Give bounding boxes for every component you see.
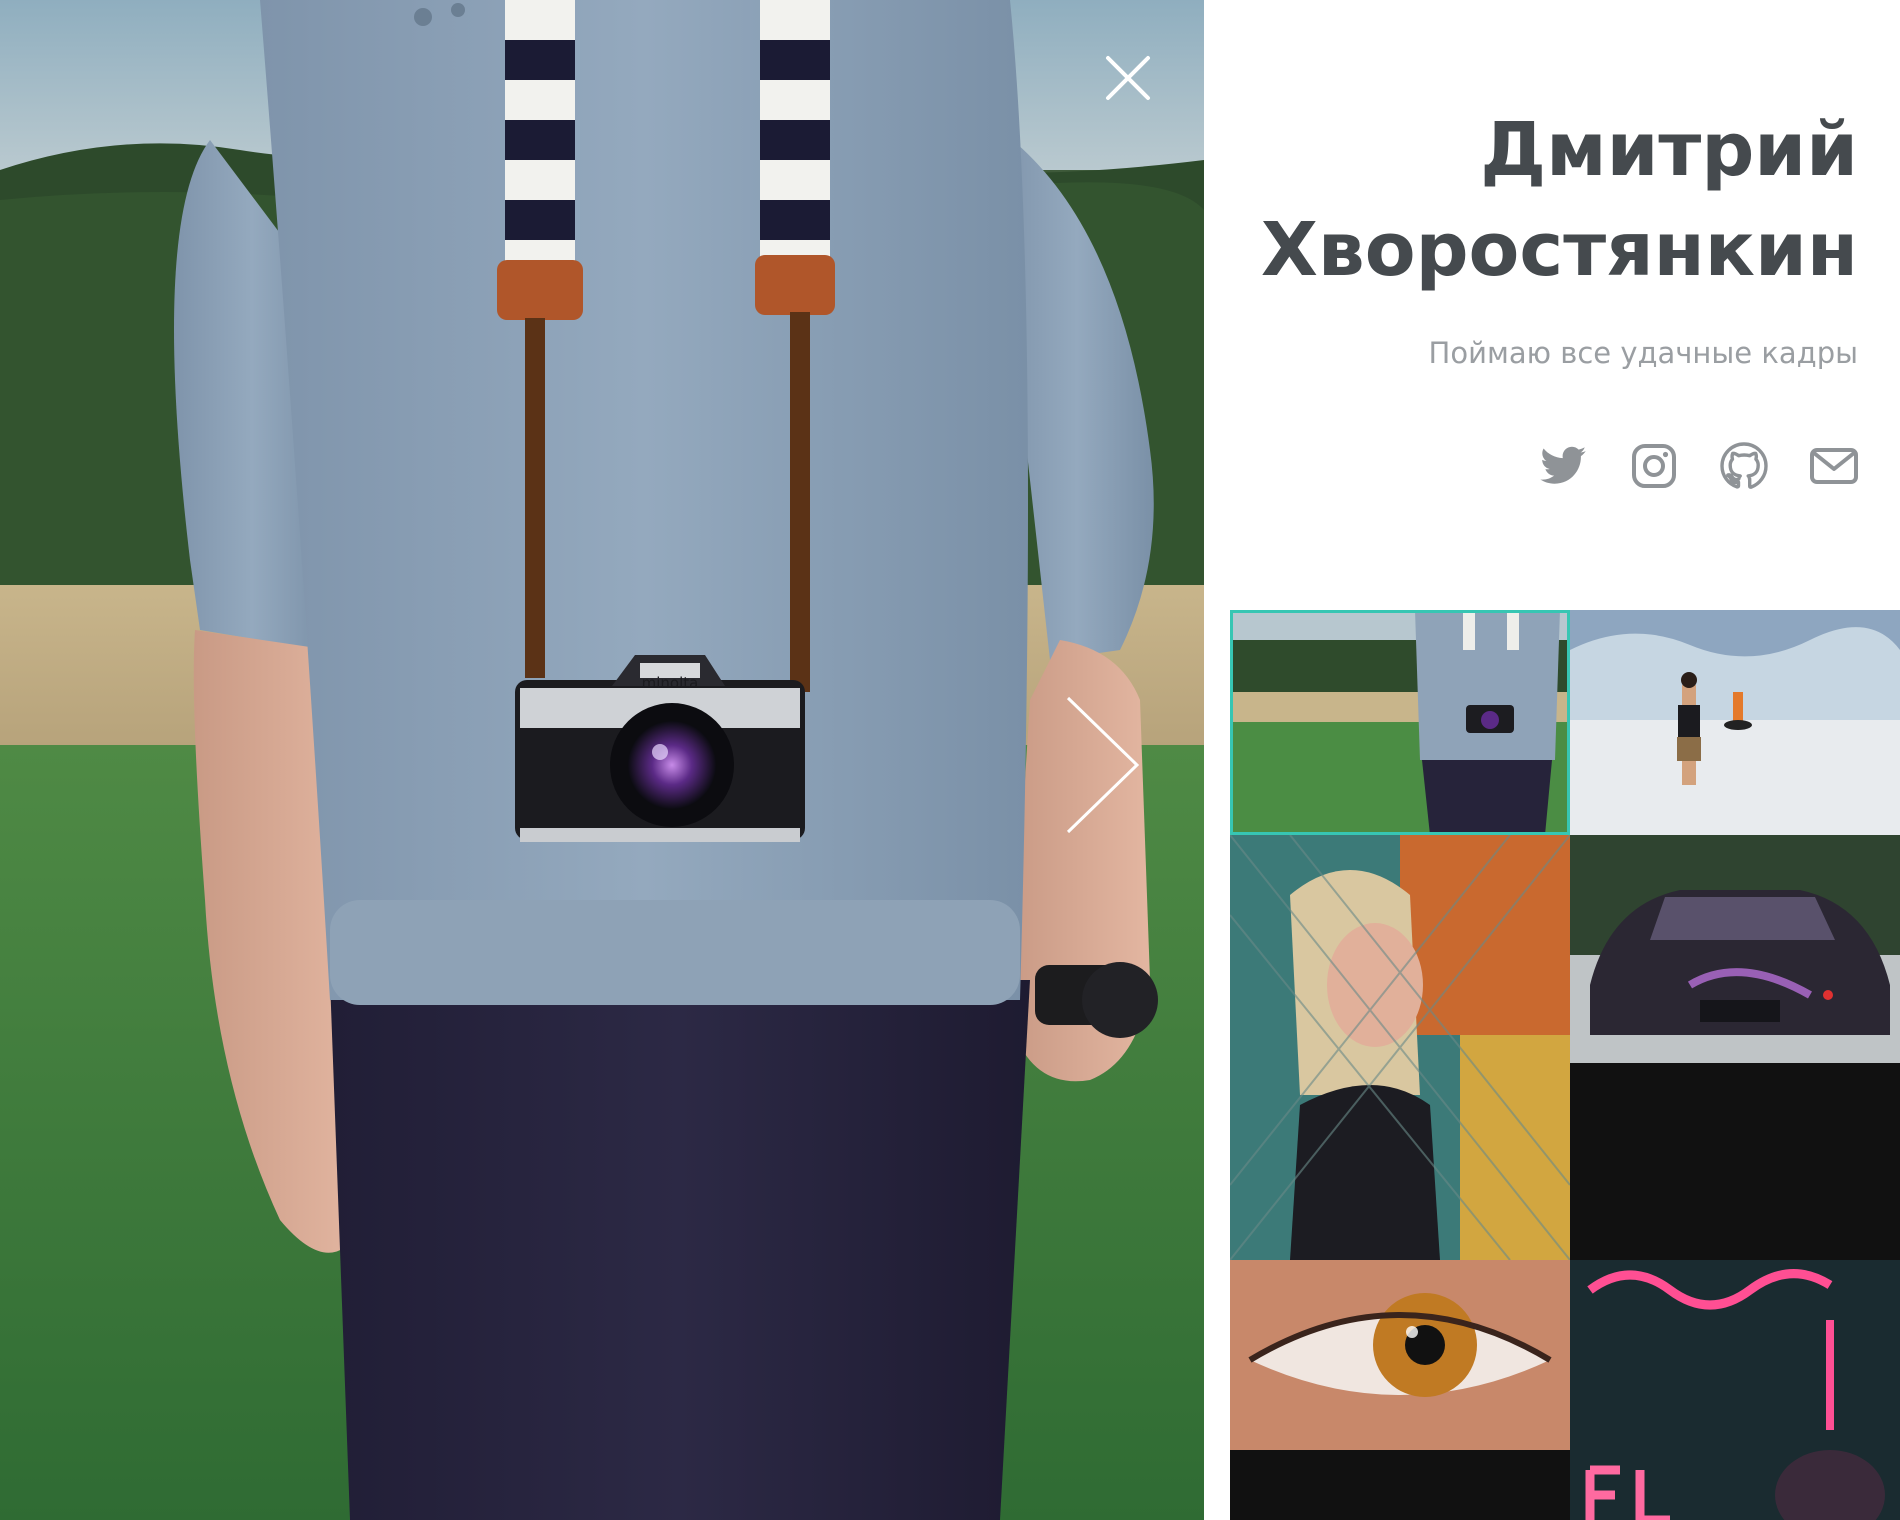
chevron-right-icon: [1066, 696, 1140, 834]
thumb-image: [1230, 835, 1570, 1260]
photo-viewer: minolta: [0, 0, 1204, 1520]
twitter-link[interactable]: [1538, 440, 1590, 492]
photographer-name: Дмитрий Хворостянкин: [1238, 100, 1858, 300]
name-second-line: Хворостянкин: [1260, 207, 1858, 293]
instagram-link[interactable]: [1628, 440, 1680, 492]
thumb-image: [1570, 835, 1900, 1063]
gallery-thumb-car[interactable]: [1570, 835, 1900, 1063]
thumb-image: [1230, 610, 1570, 835]
twitter-icon: [1540, 446, 1586, 484]
github-icon: [1720, 442, 1768, 489]
camera-brand-text: minolta: [642, 674, 699, 692]
main-photo: minolta: [0, 0, 1204, 1520]
social-links: [1538, 440, 1860, 492]
close-icon: [1106, 56, 1150, 100]
next-photo-button[interactable]: [1055, 690, 1145, 840]
thumb-image: [1570, 610, 1900, 835]
mail-icon: [1810, 448, 1858, 484]
github-link[interactable]: [1718, 440, 1770, 492]
close-button[interactable]: [1100, 50, 1156, 106]
gallery-thumb-eye[interactable]: [1230, 1260, 1570, 1450]
gallery-thumb-photographer[interactable]: [1230, 610, 1570, 835]
gallery-thumb-salt-flat[interactable]: [1570, 610, 1900, 835]
instagram-icon: [1632, 444, 1676, 488]
thumb-image: [1570, 1260, 1900, 1520]
name-first-line: Дмитрий: [1480, 107, 1858, 193]
photo-gallery: [1230, 610, 1900, 1520]
gallery-thumb-neon[interactable]: [1570, 1260, 1900, 1520]
thumb-image: [1230, 1260, 1570, 1450]
gallery-thumb-girl[interactable]: [1230, 835, 1570, 1260]
mail-link[interactable]: [1808, 440, 1860, 492]
tagline: Поймаю все удачные кадры: [1428, 336, 1858, 370]
